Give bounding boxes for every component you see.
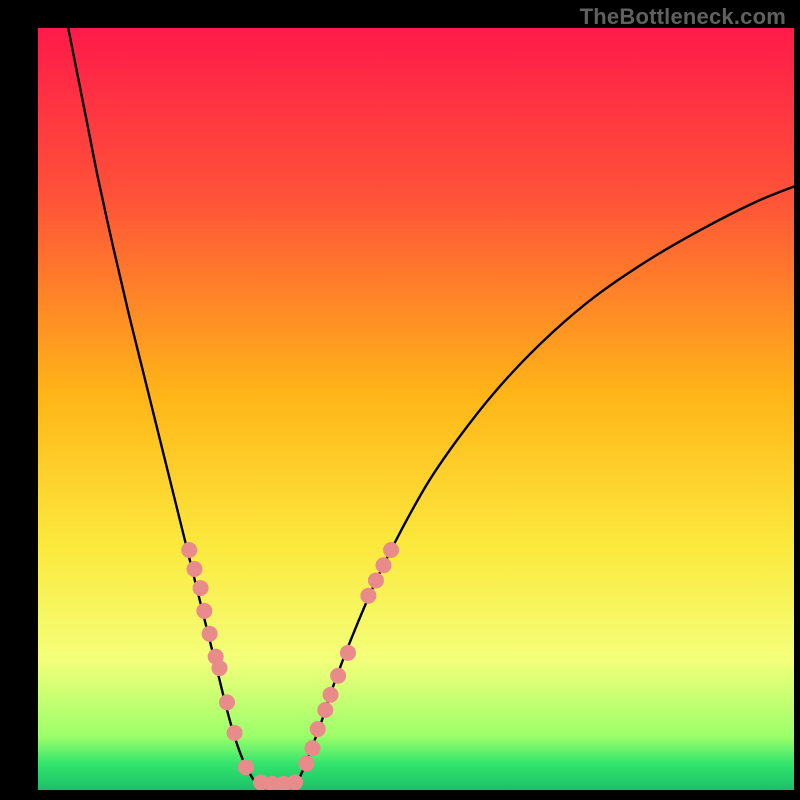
- data-dot-right: [330, 668, 346, 684]
- data-dot-right: [340, 645, 356, 661]
- watermark-text: TheBottleneck.com: [580, 4, 786, 30]
- data-dot-right: [383, 542, 399, 558]
- data-dot-right: [360, 588, 376, 604]
- bottleneck-plot: [38, 28, 794, 790]
- data-dot-left: [219, 694, 235, 710]
- data-dot-left: [181, 542, 197, 558]
- data-dot-left: [193, 580, 209, 596]
- data-dot-bottom: [287, 774, 303, 790]
- data-dot-right: [368, 572, 384, 588]
- data-dot-right: [304, 740, 320, 756]
- data-dot-left: [186, 561, 202, 577]
- data-dot-right: [298, 755, 314, 771]
- data-dot-left: [238, 759, 254, 775]
- chart-frame: TheBottleneck.com: [0, 0, 800, 800]
- data-dot-right: [323, 687, 339, 703]
- data-dot-left: [196, 603, 212, 619]
- data-dot-right: [310, 721, 326, 737]
- data-dot-right: [317, 702, 333, 718]
- data-dot-left: [227, 725, 243, 741]
- data-dot-left: [202, 626, 218, 642]
- data-dot-right: [375, 557, 391, 573]
- data-dot-left: [211, 660, 227, 676]
